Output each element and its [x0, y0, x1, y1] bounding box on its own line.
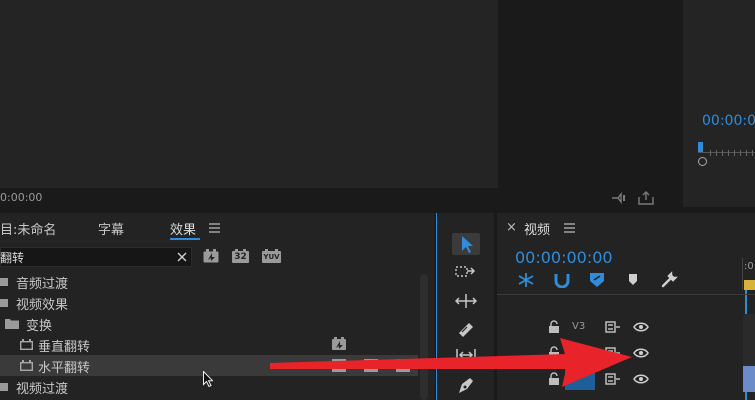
effect-icon — [20, 360, 33, 371]
linked-selection-icon[interactable] — [553, 272, 571, 288]
sync-lock-icon[interactable] — [605, 321, 621, 333]
program-monitor — [683, 0, 755, 207]
source-monitor — [0, 0, 498, 188]
snap-icon[interactable] — [517, 272, 535, 288]
timeline-ruler-label: :0 — [744, 261, 754, 272]
32-bit-icon[interactable]: 32 — [232, 249, 249, 263]
wrench-icon[interactable] — [660, 271, 678, 289]
track-divider — [497, 294, 755, 295]
clear-search-icon[interactable] — [177, 252, 187, 262]
add-marker-icon[interactable] — [588, 272, 606, 288]
hamburger-menu-icon[interactable] — [209, 223, 220, 233]
timeline-menu-icon[interactable] — [564, 223, 575, 233]
effects-search-box[interactable] — [0, 247, 192, 267]
video-clip[interactable] — [743, 366, 755, 392]
eye-icon[interactable] — [633, 321, 649, 333]
tree-item-label: 垂直翻转 — [38, 340, 91, 355]
marker-icon[interactable] — [627, 273, 639, 287]
tree-item-label: 视频效果 — [16, 298, 69, 313]
tree-item-label: 音频过渡 — [16, 277, 69, 292]
export-icon[interactable] — [637, 191, 655, 205]
timeline-close-button[interactable]: × — [506, 220, 517, 235]
program-timecode[interactable]: 00:00:0 — [702, 113, 755, 129]
32-bit-label: 32 — [234, 252, 247, 262]
yuv-label: YUV — [263, 253, 280, 261]
red-arrow-annotation — [270, 335, 640, 395]
folder-icon — [0, 299, 8, 307]
tab-effects[interactable]: 效果 — [170, 219, 196, 238]
tab-project[interactable]: 目:未命名 — [0, 219, 56, 238]
tab-effects-underline — [170, 238, 200, 240]
selection-tool-icon[interactable] — [452, 233, 480, 255]
tab-captions[interactable]: 字幕 — [98, 219, 124, 238]
yuv-icon[interactable]: YUV — [262, 249, 281, 263]
export-frame-icon[interactable] — [610, 191, 628, 205]
track-lane[interactable] — [743, 314, 755, 340]
folder-icon — [0, 383, 8, 391]
timeline-playhead-icon[interactable] — [744, 280, 755, 290]
program-ruler — [710, 150, 755, 156]
track-lane[interactable] — [743, 340, 755, 366]
program-zoom-handle[interactable] — [698, 157, 707, 166]
source-timecode[interactable]: 0:00:00 — [0, 191, 42, 204]
tree-item-video-effects[interactable]: 视频效果 — [0, 292, 418, 313]
track-select-tool-icon[interactable] — [455, 264, 477, 282]
lock-icon[interactable] — [548, 320, 560, 334]
tree-item-transform[interactable]: 变换 — [0, 313, 418, 334]
tree-item-audio-transitions[interactable]: 音频过渡 — [0, 271, 418, 292]
timeline-sequence-tab[interactable]: 视频 — [524, 219, 550, 238]
effects-search-input[interactable]: 翻转 — [0, 249, 24, 266]
tree-item-label: 变换 — [26, 319, 53, 334]
mouse-cursor-icon — [203, 371, 213, 387]
folder-open-icon — [5, 318, 19, 329]
folder-icon — [0, 278, 8, 286]
tree-item-label: 视频过渡 — [16, 382, 69, 397]
track-name-label: V3 — [572, 321, 586, 332]
tree-item-label: 水平翻转 — [38, 361, 91, 376]
timeline-timecode[interactable]: 00:00:00:00 — [515, 248, 613, 267]
ripple-edit-tool-icon[interactable] — [455, 292, 477, 310]
effect-icon — [20, 339, 33, 350]
accelerated-effects-icon[interactable] — [203, 249, 219, 263]
